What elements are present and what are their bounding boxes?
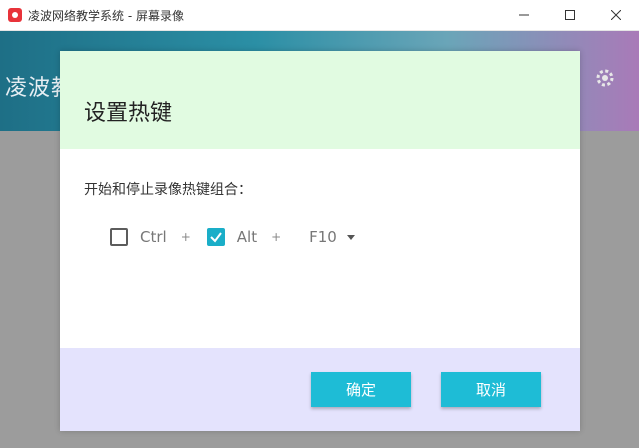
function-key-select[interactable]: F10 [309,228,355,246]
close-button[interactable] [593,0,639,30]
hotkey-combo-row: Ctrl + Alt + F10 [110,226,355,248]
plus-sign: + [271,230,282,244]
ctrl-label: Ctrl [140,228,167,246]
chevron-down-icon [346,234,355,240]
dialog-footer: 确定 取消 [60,348,580,431]
hotkey-combo-label: 开始和停止录像热键组合： [84,182,252,198]
ok-button[interactable]: 确定 [311,372,411,407]
settings-gear-icon [596,69,614,87]
dialog-header: 设置热键 [60,51,580,149]
window-title: 凌波网络教学系统 - 屏幕录像 [28,8,184,23]
plus-sign: + [180,230,191,244]
alt-checkbox[interactable] [206,228,225,246]
gear-icon[interactable] [594,67,616,89]
function-key-value: F10 [309,228,337,246]
maximize-button[interactable] [547,0,593,30]
minimize-button[interactable] [501,0,547,30]
alt-label: Alt [236,228,258,246]
minimize-icon [519,14,529,16]
record-app-icon [8,8,22,22]
ctrl-checkbox[interactable] [110,228,128,246]
check-icon [210,232,222,243]
close-icon [611,10,621,20]
maximize-icon [565,10,575,20]
dialog-title: 设置热键 [84,101,173,126]
window-controls [501,0,639,30]
cancel-button[interactable]: 取消 [441,372,541,407]
hotkey-settings-dialog: 设置热键 开始和停止录像热键组合： Ctrl + Alt + F10 确定 取消 [60,51,580,431]
window-titlebar: 凌波网络教学系统 - 屏幕录像 [0,0,639,31]
